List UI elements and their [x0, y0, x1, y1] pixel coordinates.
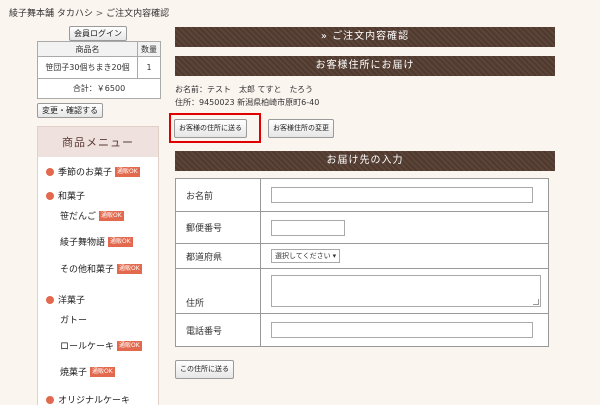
sidebar: 会員ログイン 商品名 数量 笹団子30個ちまき20個 1 合計：￥6500 変更…: [34, 26, 162, 118]
product-menu-title: 商品メニュー: [38, 127, 158, 157]
dot-icon: [46, 191, 54, 200]
send-to-customer-address-button[interactable]: お客様の住所に送る: [174, 119, 247, 138]
breadcrumb: 綾子舞本舗 タカハシ > ご注文内容確認: [9, 6, 169, 19]
delivery-form: お名前 郵便番号 都道府県 選択してください ▾ 住所 電話番号: [175, 178, 549, 347]
menu-item-wagashi[interactable]: 和菓子: [46, 189, 85, 202]
customer-name: お名前：テスト 太郎 てすと たろう: [175, 85, 314, 94]
order-confirm-header: » ご注文内容確認: [175, 27, 555, 47]
name-label: お名前: [175, 178, 261, 212]
cart-row: 笹団子30個ちまき20個 1: [37, 56, 161, 79]
breadcrumb-current: ご注文内容確認: [106, 9, 170, 19]
mail-order-badge: 通販OK: [99, 210, 124, 221]
address-textarea[interactable]: [271, 275, 541, 307]
menu-item-ayakomai[interactable]: 綾子舞物語 通販OK: [60, 235, 133, 248]
dot-icon: [46, 295, 54, 304]
zip-label: 郵便番号: [175, 211, 261, 244]
menu-item-original-cake[interactable]: オリジナルケーキ: [46, 393, 130, 405]
mail-order-badge: 通販OK: [117, 340, 142, 351]
phone-label: 電話番号: [175, 313, 261, 347]
customer-address: 住所：9450023 新潟県柏崎市原町6-40: [175, 98, 320, 107]
cart-item-name: 笹団子30個ちまき20個: [37, 56, 138, 79]
resize-handle-icon[interactable]: [533, 299, 539, 305]
prefecture-select[interactable]: 選択してください ▾: [271, 249, 341, 263]
product-menu: 商品メニュー 季節のお菓子 通販OK 和菓子 笹だんご 通販OK 綾子舞物語 通…: [37, 126, 159, 405]
prefecture-label: 都道府県: [175, 243, 261, 269]
zip-input[interactable]: [271, 219, 345, 236]
name-input[interactable]: [271, 187, 533, 203]
member-login-button[interactable]: 会員ログイン: [69, 26, 127, 41]
cart-header-quantity: 数量: [137, 41, 161, 57]
cart-total: 合計：￥6500: [37, 78, 161, 99]
send-to-this-address-button[interactable]: この住所に送る: [175, 360, 234, 379]
change-confirm-button[interactable]: 変更・確認する: [37, 103, 103, 118]
menu-item-sasadango[interactable]: 笹だんご 通販OK: [60, 209, 124, 222]
mail-order-badge: 通販OK: [115, 166, 140, 177]
menu-item-yogashi[interactable]: 洋菓子: [46, 293, 85, 306]
change-customer-address-button[interactable]: お客様住所の変更: [268, 119, 334, 138]
breadcrumb-separator: >: [95, 9, 104, 19]
mail-order-badge: 通販OK: [117, 263, 142, 274]
menu-item-seasonal[interactable]: 季節のお菓子 通販OK: [46, 165, 140, 178]
menu-item-other-wagashi[interactable]: その他和菓子 通販OK: [60, 262, 142, 275]
menu-item-roll-cake[interactable]: ロールケーキ 通販OK: [60, 339, 142, 352]
cart-item-quantity: 1: [137, 56, 161, 79]
menu-item-baked[interactable]: 焼菓子 通販OK: [60, 365, 115, 378]
breadcrumb-home-link[interactable]: 綾子舞本舗 タカハシ: [9, 9, 93, 19]
menu-item-gateau[interactable]: ガトー: [60, 313, 87, 326]
delivery-input-header: お届け先の入力: [175, 151, 555, 171]
address-label: 住所: [175, 268, 261, 314]
delivery-header: お客様住所にお届け: [175, 56, 555, 76]
cart-table: 商品名 数量 笹団子30個ちまき20個 1 合計：￥6500: [37, 41, 161, 99]
dot-icon: [46, 167, 54, 176]
chevron-down-icon: ▾: [332, 252, 337, 260]
mail-order-badge: 通販OK: [108, 236, 133, 247]
mail-order-badge: 通販OK: [90, 366, 115, 377]
dot-icon: [46, 395, 54, 404]
phone-input[interactable]: [271, 322, 533, 338]
cart-header-product: 商品名: [37, 41, 138, 57]
